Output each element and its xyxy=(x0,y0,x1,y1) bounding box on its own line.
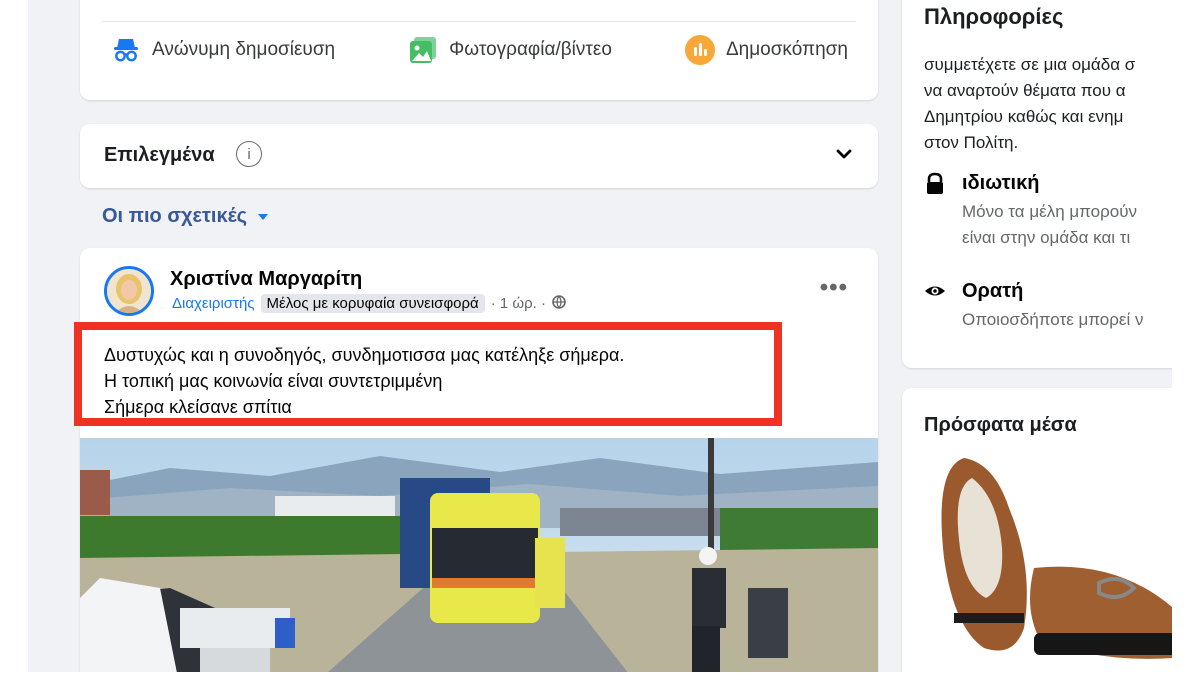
privacy-title: ιδιωτική xyxy=(962,172,1040,194)
featured-title: Επιλεγμένα xyxy=(104,144,215,166)
privacy-description-line: είναι στην ομάδα και τι xyxy=(962,228,1131,247)
lock-icon xyxy=(924,172,946,251)
caret-down-icon xyxy=(257,205,269,228)
visibility-row: Ορατή Οποιοσδήποτε μπορεί ν xyxy=(924,280,1144,333)
avatar[interactable] xyxy=(104,266,154,316)
sort-dropdown[interactable]: Οι πιο σχετικές xyxy=(102,205,269,228)
chevron-down-icon[interactable] xyxy=(834,144,854,169)
info-icon[interactable]: i xyxy=(236,141,262,167)
visibility-title: Ορατή xyxy=(962,280,1024,302)
poll-icon xyxy=(684,34,716,66)
photo-video-label: Φωτογραφία/βίντεο xyxy=(449,39,612,60)
more-options-button[interactable]: ••• xyxy=(820,274,848,302)
about-description-line: Δημητρίου καθώς και ενημ xyxy=(924,107,1124,126)
poll-button[interactable]: Δημοσκόπηση xyxy=(684,34,848,66)
about-card: Πληροφορίες συμμετέχετε σε μια ομάδα σ ν… xyxy=(902,0,1172,368)
about-description: συμμετέχετε σε μια ομάδα σ να αναρτούν θ… xyxy=(924,52,1172,156)
post-meta: Διαχειριστής Μέλος με κορυφαία συνεισφορ… xyxy=(172,294,566,313)
composer-actions: Ανώνυμη δημοσίευση Φωτογραφία/βίντεο Δημ… xyxy=(110,32,848,68)
admin-role-label[interactable]: Διαχειριστής xyxy=(172,295,255,312)
post-text-line: Η τοπική μας κοινωνία είναι συντετριμμέν… xyxy=(104,371,443,391)
top-contributor-badge[interactable]: Μέλος με κορυφαία συνεισφορά xyxy=(260,294,485,313)
recent-media-header: Πρόσφατα μέσα xyxy=(924,414,1077,436)
about-description-line: στον Πολίτη. xyxy=(924,133,1019,152)
post-text-line: Δυστυχώς και η συνοδηγός, συνδημοτισσα μ… xyxy=(104,345,625,365)
post-text-highlight: Δυστυχώς και η συνοδηγός, συνδημοτισσα μ… xyxy=(74,322,782,426)
poll-label: Δημοσκόπηση xyxy=(725,39,848,60)
composer-divider xyxy=(102,21,856,22)
about-description-line: συμμετέχετε σε μια ομάδα σ xyxy=(924,55,1136,74)
anonymous-post-button[interactable]: Ανώνυμη δημοσίευση xyxy=(110,34,335,66)
page-frame: Ανώνυμη δημοσίευση Φωτογραφία/βίντεο Δημ… xyxy=(28,0,1172,672)
recent-media-card: Πρόσφατα μέσα xyxy=(902,388,1172,672)
about-description-line: να αναρτούν θέματα που α xyxy=(924,81,1126,100)
post-time[interactable]: · 1 ώρ. · xyxy=(491,295,546,312)
globe-icon xyxy=(552,294,566,313)
composer-card: Ανώνυμη δημοσίευση Φωτογραφία/βίντεο Δημ… xyxy=(80,0,878,100)
visibility-description: Οποιοσδήποτε μπορεί ν xyxy=(962,310,1144,329)
about-header: Πληροφορίες xyxy=(924,4,1064,29)
post-card: Χριστίνα Μαργαρίτη Διαχειριστής Μέλος με… xyxy=(80,248,878,672)
privacy-description-line: Μόνο τα μέλη μπορούν xyxy=(962,202,1138,221)
sort-label: Οι πιο σχετικές xyxy=(102,205,248,227)
post-text-line: Σήμερα κλείσανε σπίτια xyxy=(104,397,292,417)
post-image[interactable] xyxy=(80,438,878,672)
eye-icon xyxy=(924,280,946,333)
photo-video-button[interactable]: Φωτογραφία/βίντεο xyxy=(407,34,612,66)
featured-section[interactable]: Επιλεγμένα i xyxy=(80,124,878,188)
privacy-row: ιδιωτική Μόνο τα μέλη μπορούν είναι στην… xyxy=(924,172,1137,251)
incognito-icon xyxy=(110,34,142,66)
media-thumbnail[interactable] xyxy=(924,448,1172,672)
post-author[interactable]: Χριστίνα Μαργαρίτη xyxy=(170,268,362,291)
anonymous-post-label: Ανώνυμη δημοσίευση xyxy=(152,39,336,60)
photo-icon xyxy=(407,34,439,66)
